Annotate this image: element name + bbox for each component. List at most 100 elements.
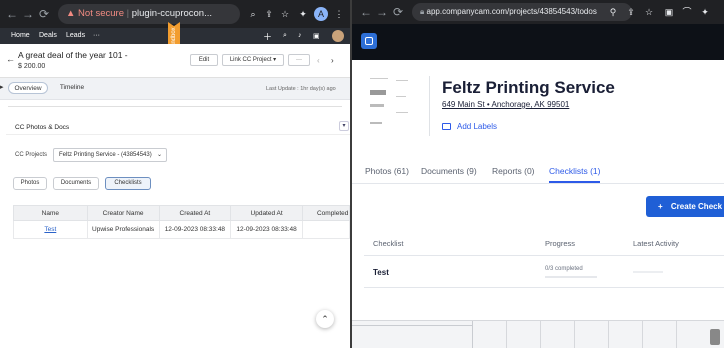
tab-photos[interactable]: Photos (61) (365, 166, 409, 176)
right-browser-toolbar: ← → ⟳ 🔒︎ app.companycam.com/projects/438… (352, 0, 724, 24)
next-record-icon[interactable]: › (331, 56, 334, 65)
left-address-bar[interactable]: ▲ Not secure | plugin-ccuprocon... (58, 4, 240, 24)
profile-avatar[interactable]: A (314, 7, 328, 21)
share-icon[interactable]: ⇪ (262, 7, 276, 21)
col-checklist: Checklist (373, 239, 404, 248)
checklists-button[interactable]: Checklists (105, 177, 151, 190)
forward-icon[interactable]: → (20, 6, 36, 22)
share-icon[interactable]: ⇪ (624, 5, 638, 19)
extension-puzzle-icon[interactable]: ✦ (296, 7, 310, 21)
scroll-top-button[interactable]: ⌃ (316, 310, 334, 328)
tab-checklists[interactable]: Checklists (1) (549, 166, 600, 176)
col-created: Created At (158, 205, 232, 221)
left-browser-toolbar: ← → ⟳ ▲ Not secure | plugin-ccuprocon...… (0, 0, 350, 28)
link-cc-project-label: Link CC Project (229, 57, 272, 63)
cc-project-select[interactable]: Feltz Printing Service - (43854543) ⌄ (53, 148, 167, 162)
reload-icon[interactable]: ⟳ (36, 6, 52, 22)
documents-button[interactable]: Documents (53, 177, 99, 190)
deal-tabs: ▸ Overview Timeline Last Update : 1hr da… (0, 78, 350, 100)
checklist-table-header: Checklist Progress Latest Activity (364, 232, 724, 256)
last-update-text: Last Update : 1hr day(s) ago (266, 86, 336, 92)
link-cc-project-button[interactable]: Link CC Project ▾ (222, 54, 284, 66)
tab-overview[interactable]: Overview (8, 82, 48, 94)
create-checklist-button[interactable]: + Create Check (646, 196, 724, 217)
project-title: Feltz Printing Service (442, 78, 615, 97)
warning-icon: ▲ (66, 8, 76, 19)
menu-kebab-icon[interactable]: ⋮ (332, 7, 346, 21)
back-icon[interactable]: ← (4, 6, 20, 22)
activity-placeholder (633, 271, 663, 273)
tab-reports[interactable]: Reports (0) (492, 166, 535, 176)
nav-deals[interactable]: Deals (39, 32, 57, 39)
row-name-link[interactable]: Test (13, 220, 88, 239)
forward-icon[interactable]: → (374, 4, 390, 20)
lock-icon: 🔒︎ (420, 7, 425, 16)
deal-amount: $ 200.00 (18, 63, 46, 70)
extension-arc-icon[interactable]: ⌒ (680, 5, 694, 19)
cc-section-header: CC Photos & Docs ▾ (6, 117, 350, 135)
col-completed: Completed (301, 205, 350, 221)
calendar-icon[interactable]: ▣ (313, 32, 320, 40)
zoom-icon[interactable]: ⌕ (246, 7, 260, 21)
add-labels-button[interactable]: Add Labels (442, 122, 497, 131)
back-icon[interactable]: ← (358, 4, 374, 20)
search-icon[interactable]: ⌕ (283, 32, 287, 40)
bell-icon[interactable]: ♪ (298, 32, 302, 39)
tab-documents[interactable]: Documents (9) (421, 166, 477, 176)
location-icon[interactable]: ⚲ (606, 5, 620, 19)
back-arrow-icon[interactable]: ← (6, 54, 15, 64)
more-actions-button[interactable]: ··· (288, 54, 310, 66)
edit-button[interactable]: Edit (190, 54, 218, 66)
header-divider (429, 76, 430, 136)
create-checklist-label: Create Check (670, 202, 723, 211)
row-updated: 12-09-2023 08:33:48 (230, 220, 303, 239)
nav-more[interactable]: ··· (93, 32, 100, 39)
col-creator: Creator Name (86, 205, 160, 221)
nav-home[interactable]: Home (11, 32, 30, 39)
prev-record-icon[interactable]: ‹ (317, 56, 320, 65)
photos-button[interactable]: Photos (13, 177, 47, 190)
project-tabs: Photos (61) Documents (9) Reports (0) Ch… (352, 160, 724, 184)
bookmark-star-icon[interactable]: ☆ (278, 7, 292, 21)
active-tab-indicator (549, 181, 600, 183)
label-tag-icon (442, 123, 451, 130)
col-progress: Progress (545, 239, 576, 248)
col-updated: Updated At (230, 205, 303, 221)
row-completed (301, 220, 350, 239)
row-creator: Upwise Professionals (86, 220, 160, 239)
project-address-link[interactable]: 649 Main St • Anchorage, AK 99501 (442, 100, 569, 109)
deal-title: A great deal of the year 101 - (18, 50, 128, 60)
progress-bar (545, 276, 597, 278)
cc-checklist-table: Name Creator Name Created At Updated At … (13, 205, 350, 239)
section-toggle-icon[interactable]: ▾ (339, 121, 349, 131)
right-url: app.companycam.com/projects/43854543/tod… (426, 7, 597, 16)
cc-project-value: Feltz Printing Service - (43854543) (59, 152, 152, 158)
companycam-logo-icon[interactable] (361, 33, 377, 49)
left-browser-window: ← → ⟳ ▲ Not secure | plugin-ccuprocon...… (0, 0, 350, 348)
cc-projects-label: CC Projects (15, 152, 48, 158)
checklist-link[interactable]: Test (44, 226, 56, 233)
collapse-icon[interactable]: ▸ (0, 83, 4, 91)
project-thumbnail[interactable] (366, 74, 420, 134)
scrollbar-thumb[interactable] (710, 329, 720, 345)
extension-puzzle-icon[interactable]: ✦ (698, 5, 712, 19)
checklist-progress: 0/3 completed (545, 266, 583, 272)
extension-icon[interactable]: ▣ (662, 5, 676, 19)
add-icon[interactable]: ＋ (263, 30, 272, 43)
nav-leads[interactable]: Leads (66, 32, 85, 39)
checklist-name[interactable]: Test (373, 268, 389, 277)
companycam-nav (352, 24, 724, 60)
user-avatar[interactable] (332, 30, 344, 42)
right-address-bar[interactable]: 🔒︎ app.companycam.com/projects/43854543/… (412, 3, 632, 21)
table-row: Test Upwise Professionals 12-09-2023 08:… (13, 220, 350, 239)
col-latest-activity: Latest Activity (633, 239, 679, 248)
tab-timeline[interactable]: Timeline (54, 82, 90, 94)
spreadsheet-strip (352, 320, 724, 348)
reload-icon[interactable]: ⟳ (390, 4, 406, 20)
plus-icon: + (658, 202, 663, 211)
col-name: Name (13, 205, 88, 221)
left-url: plugin-ccuprocon... (131, 8, 213, 19)
bookmark-star-icon[interactable]: ☆ (642, 5, 656, 19)
security-label: Not secure (78, 8, 124, 19)
table-row[interactable]: Test 0/3 completed (364, 256, 724, 288)
